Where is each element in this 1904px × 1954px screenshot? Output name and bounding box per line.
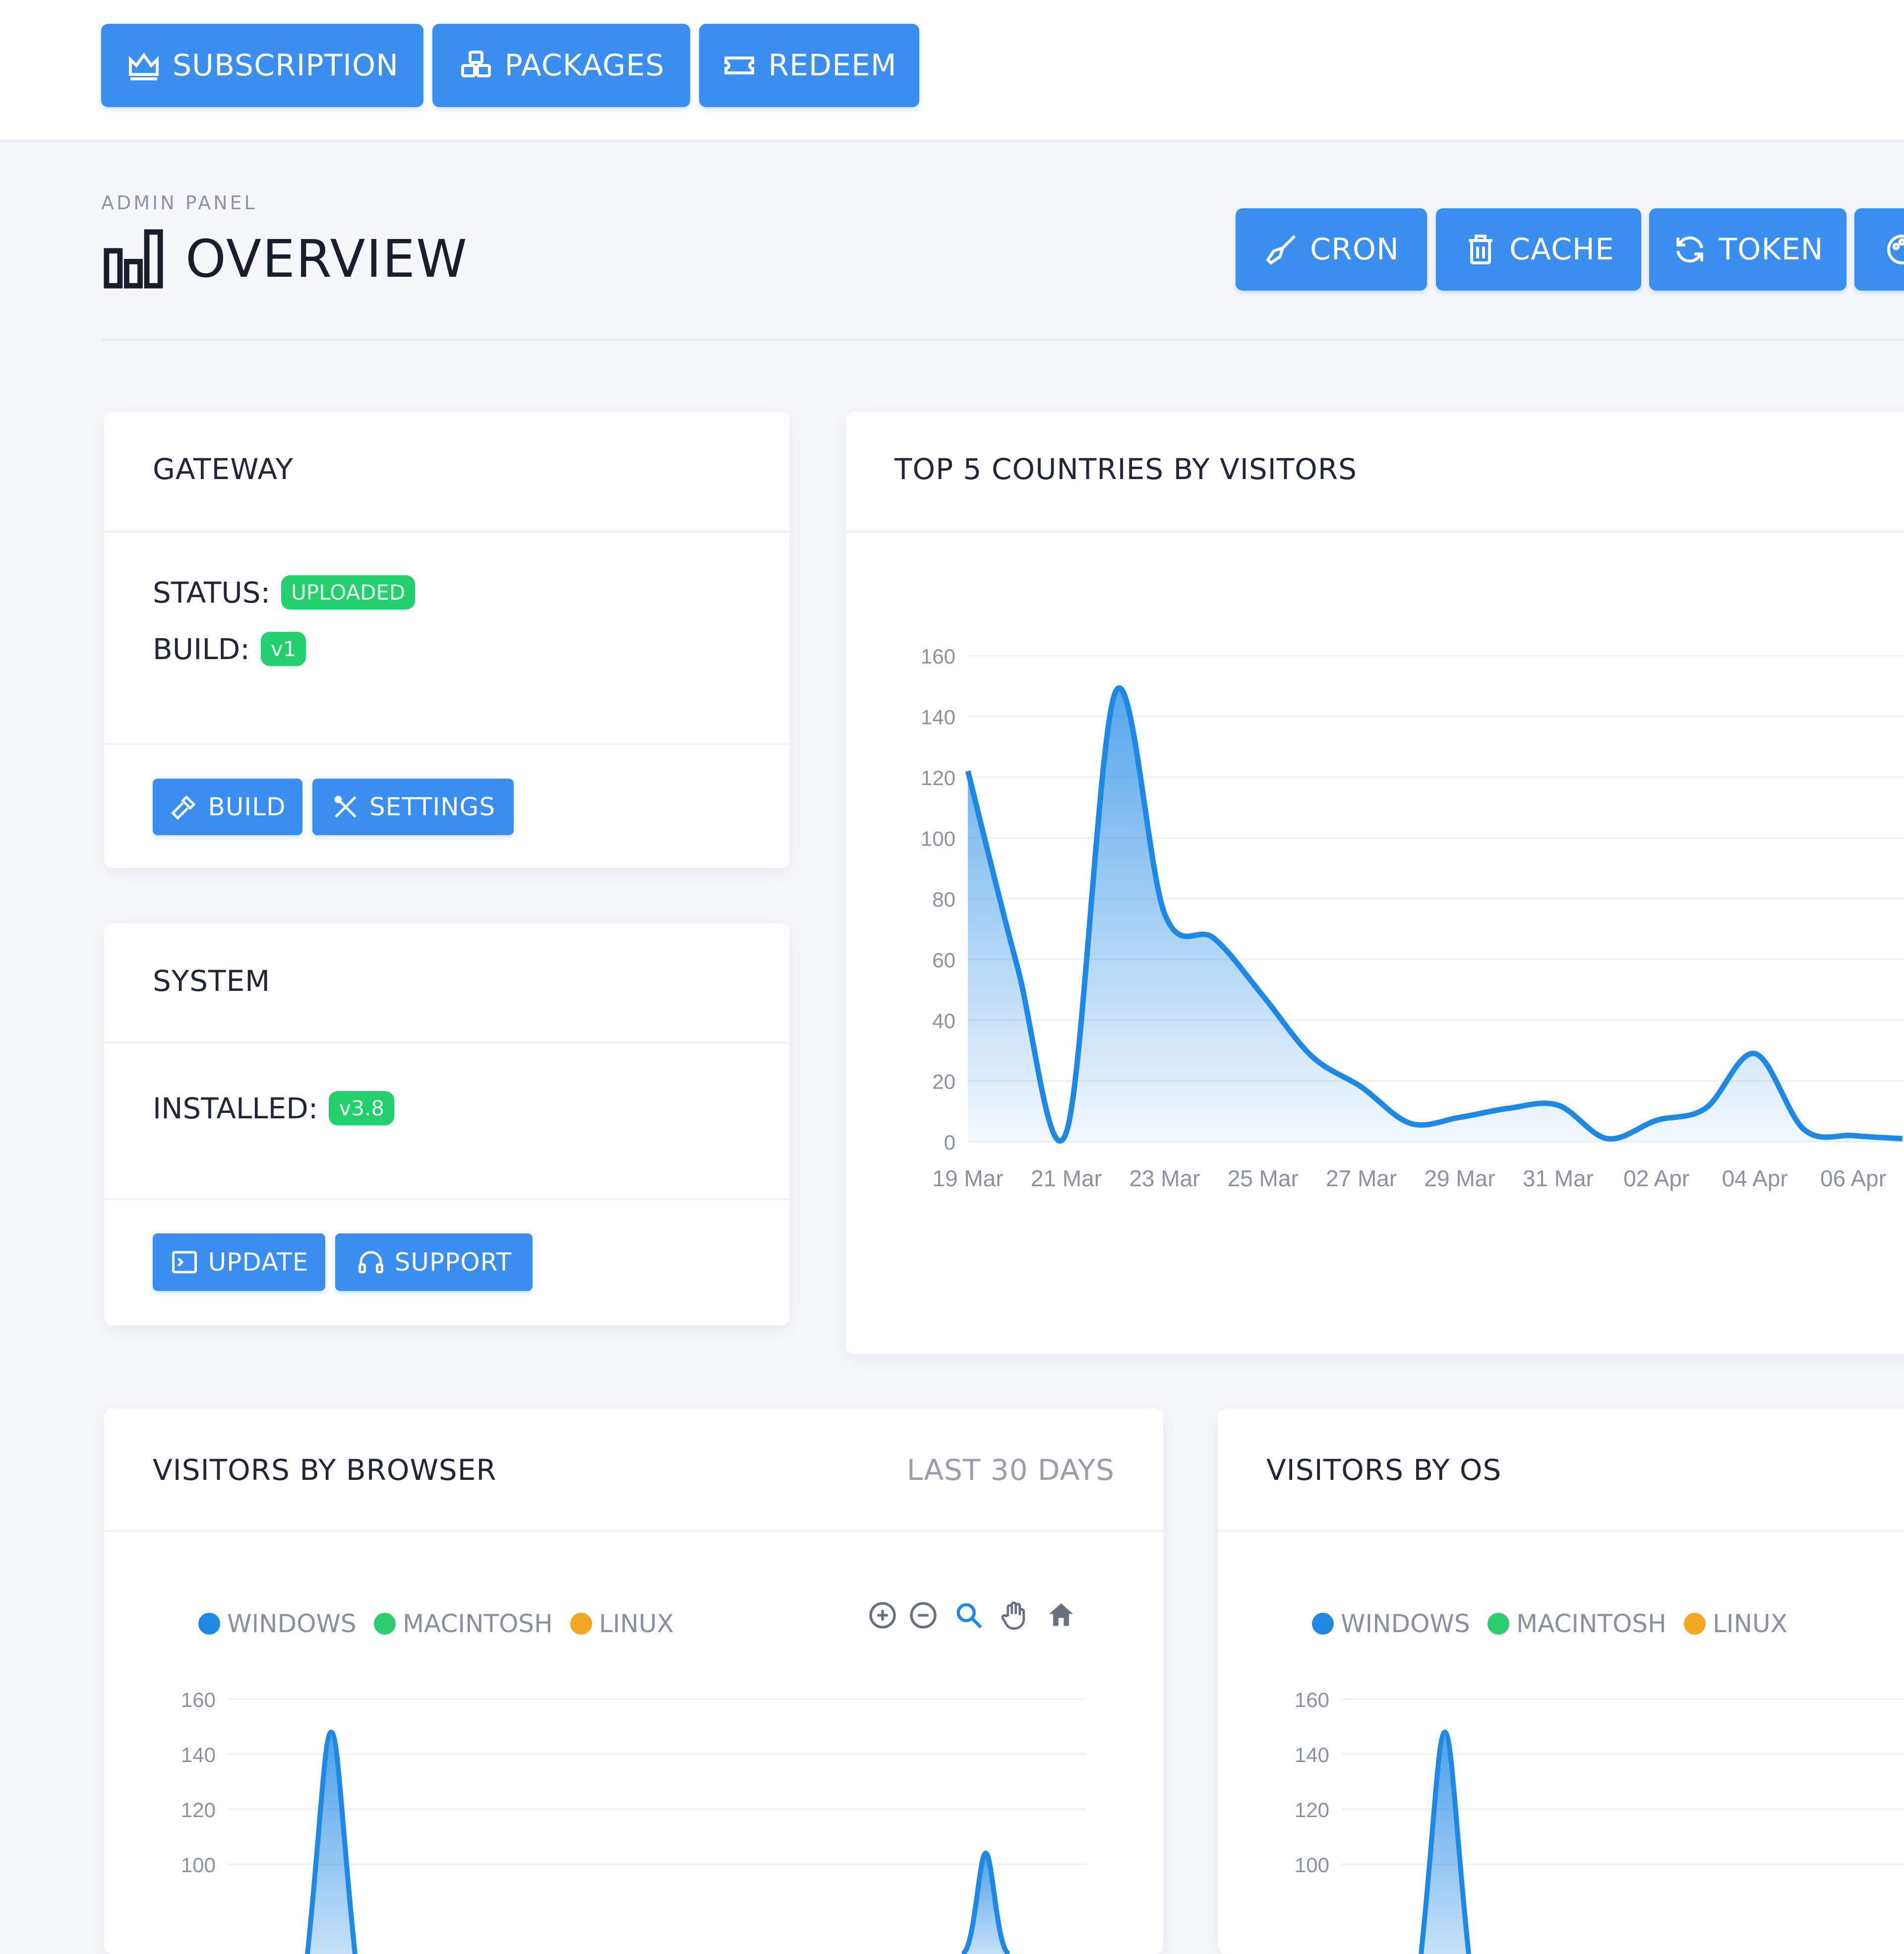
- packages-label: PACKAGES: [505, 48, 665, 83]
- y-tick-label: 120: [921, 766, 955, 790]
- token-label: TOKEN: [1719, 232, 1823, 267]
- y-tick-label: 100: [1295, 1853, 1329, 1877]
- cache-label: CACHE: [1509, 232, 1614, 267]
- support-button[interactable]: SUPPORT: [335, 1233, 533, 1291]
- os-area-chart: 100 120 140 160: [1218, 1408, 1904, 1954]
- more-action-button[interactable]: [1854, 208, 1904, 291]
- x-tick-label: 04 Apr: [1722, 1165, 1788, 1191]
- y-tick-label: 120: [1295, 1798, 1329, 1822]
- y-tick-label: 140: [181, 1743, 216, 1767]
- status-badge: UPLOADED: [281, 575, 415, 610]
- build-button-label: BUILD: [208, 793, 286, 821]
- status-row: STATUS: UPLOADED: [153, 575, 415, 610]
- build-label: BUILD:: [153, 632, 250, 666]
- headset-icon: [356, 1247, 386, 1277]
- top-toolbar: SUBSCRIPTION PACKAGES REDEEM: [0, 0, 1904, 142]
- support-button-label: SUPPORT: [395, 1248, 512, 1277]
- update-button-label: UPDATE: [208, 1248, 309, 1277]
- settings-button-label: SETTINGS: [369, 793, 495, 821]
- broom-icon: [1263, 232, 1299, 267]
- build-button[interactable]: BUILD: [153, 779, 302, 835]
- status-label: STATUS:: [153, 576, 270, 610]
- subscription-label: SUBSCRIPTION: [173, 48, 399, 83]
- y-tick-label: 160: [1295, 1688, 1329, 1711]
- y-tick-label: 160: [921, 645, 955, 668]
- system-title: SYSTEM: [153, 964, 270, 998]
- x-tick-label: 06 Apr: [1820, 1165, 1886, 1191]
- settings-button[interactable]: SETTINGS: [312, 779, 514, 835]
- y-tick-label: 140: [1295, 1743, 1329, 1767]
- cron-button[interactable]: CRON: [1236, 208, 1427, 291]
- tools-icon: [331, 792, 360, 822]
- installed-badge: v3.8: [329, 1091, 394, 1125]
- refresh-icon: [1672, 232, 1708, 267]
- y-tick-label: 120: [181, 1798, 216, 1822]
- packages-button[interactable]: PACKAGES: [432, 24, 690, 107]
- installed-label: INSTALLED:: [153, 1092, 318, 1125]
- y-tick-label: 60: [932, 949, 955, 972]
- system-card: SYSTEM INSTALLED: v3.8 UPDATE SUPPORT: [104, 923, 789, 1325]
- divider: [104, 531, 789, 533]
- subscription-button[interactable]: SUBSCRIPTION: [101, 24, 423, 107]
- divider: [104, 1041, 789, 1043]
- browser-area-chart: 100 120 140 160: [104, 1408, 1163, 1954]
- y-tick-label: 80: [932, 888, 955, 911]
- redeem-label: REDEEM: [768, 48, 896, 83]
- crown-icon: [126, 48, 162, 83]
- page-title-wrap: OVERVIEW: [101, 227, 468, 291]
- ticket-icon: [721, 48, 757, 83]
- series-area: [968, 688, 1903, 1142]
- series-area: [307, 1732, 355, 1954]
- palette-icon: [1884, 232, 1904, 267]
- x-tick-label: 02 Apr: [1623, 1165, 1689, 1191]
- series-area: [1421, 1732, 1469, 1954]
- page-title: OVERVIEW: [185, 229, 468, 289]
- countries-card: TOP 5 COUNTRIES BY VISITORS 020406080100…: [846, 412, 1904, 1354]
- y-tick-label: 140: [921, 706, 955, 729]
- gateway-card: GATEWAY STATUS: UPLOADED BUILD: v1 BUILD…: [104, 412, 789, 868]
- breadcrumb: ADMIN PANEL: [101, 192, 257, 214]
- os-card: VISITORS BY OS WINDOWS MACINTOSH LINUX 1…: [1218, 1408, 1904, 1954]
- y-tick-label: 100: [181, 1853, 216, 1877]
- trash-icon: [1463, 232, 1498, 267]
- gateway-title: GATEWAY: [153, 452, 294, 486]
- x-tick-label: 21 Mar: [1031, 1165, 1102, 1191]
- browser-card: VISITORS BY BROWSER LAST 30 DAYS WINDOWS…: [104, 1408, 1163, 1954]
- x-tick-label: 25 Mar: [1228, 1165, 1299, 1191]
- y-tick-label: 0: [944, 1131, 955, 1154]
- x-tick-label: 29 Mar: [1424, 1165, 1495, 1191]
- terminal-icon: [170, 1247, 199, 1277]
- build-row: BUILD: v1: [153, 632, 306, 666]
- y-tick-label: 40: [932, 1009, 955, 1033]
- countries-area-chart: 0 20 40 60 80 100 120 140 160 19 Mar 21 Mar 23 Mar 2…: [846, 412, 1904, 1354]
- x-tick-label: 27 Mar: [1326, 1165, 1397, 1191]
- installed-row: INSTALLED: v3.8: [153, 1091, 394, 1125]
- y-tick-label: 160: [181, 1688, 216, 1711]
- y-tick-label: 100: [921, 827, 955, 851]
- page-header: ADMIN PANEL OVERVIEW CRON CACHE TOKEN: [0, 142, 1904, 341]
- divider: [104, 1198, 789, 1200]
- hammer-icon: [169, 792, 199, 822]
- token-button[interactable]: TOKEN: [1649, 208, 1846, 291]
- divider: [104, 743, 789, 745]
- cubes-icon: [458, 48, 494, 83]
- cron-label: CRON: [1310, 232, 1399, 267]
- bar-chart-icon: [101, 227, 166, 291]
- x-tick-label: 31 Mar: [1523, 1165, 1594, 1191]
- x-tick-label: 23 Mar: [1129, 1165, 1200, 1191]
- cache-button[interactable]: CACHE: [1436, 208, 1641, 291]
- build-badge: v1: [261, 632, 306, 666]
- header-divider: [101, 338, 1904, 341]
- update-button[interactable]: UPDATE: [153, 1233, 325, 1291]
- redeem-button[interactable]: REDEEM: [699, 24, 919, 107]
- x-tick-label: 19 Mar: [932, 1165, 1003, 1191]
- y-tick-label: 20: [932, 1070, 955, 1094]
